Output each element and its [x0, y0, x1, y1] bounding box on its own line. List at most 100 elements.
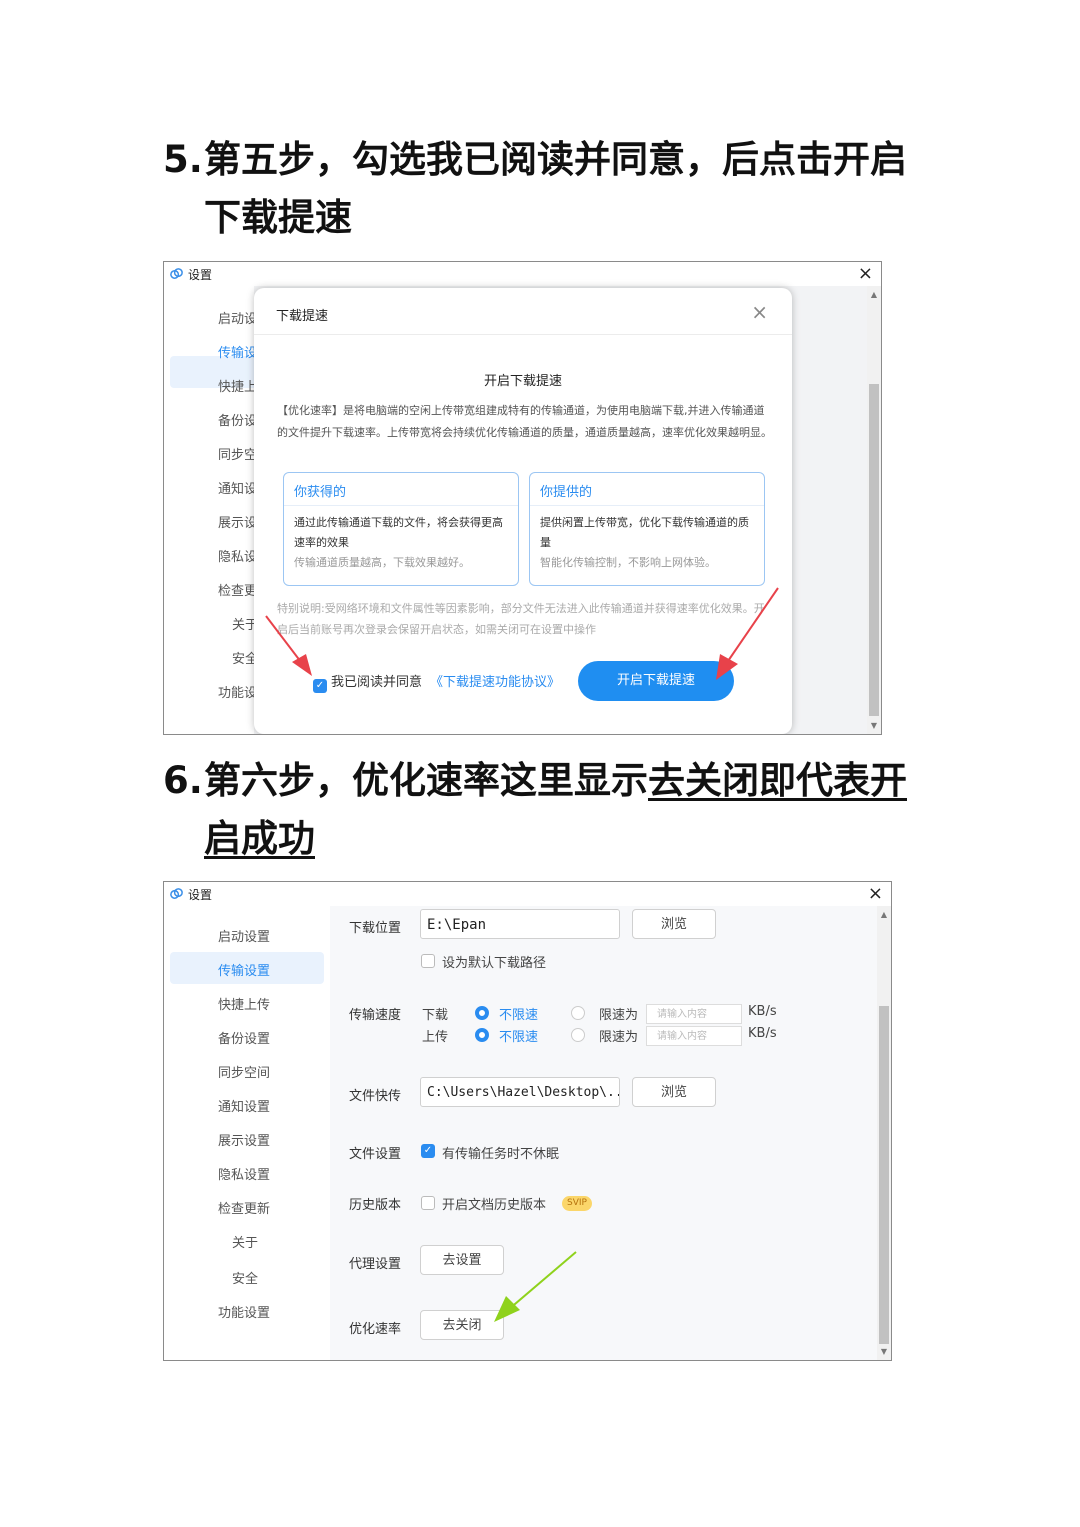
- proxy-label: 代理设置: [349, 1257, 402, 1272]
- card-title: 你提供的: [540, 485, 593, 500]
- scroll-up-icon[interactable]: ▲: [877, 910, 891, 919]
- download-limit-input[interactable]: 请输入内容: [646, 1004, 742, 1024]
- cloud-logo-icon: [170, 888, 183, 899]
- sidebar-item-display[interactable]: 展示设置: [218, 1130, 270, 1149]
- dialog-title: 下载提速: [276, 309, 329, 324]
- sidebar-item-privacy[interactable]: 隐私设置: [218, 1164, 270, 1183]
- card-text: 通过此传输通道下载的文件，将会获得更高速率的效果: [294, 516, 503, 549]
- no-sleep-label: 有传输任务时不休眠: [442, 1147, 560, 1162]
- upload-limit-input[interactable]: 请输入内容: [646, 1026, 742, 1046]
- sidebar-item-quick-upload[interactable]: 快捷上传: [218, 994, 270, 1013]
- close-icon[interactable]: ×: [868, 882, 883, 906]
- browse-button[interactable]: 浏览: [632, 1077, 716, 1107]
- sidebar-item-notify[interactable]: 通知设置: [218, 1096, 270, 1115]
- sidebar-item-startup[interactable]: 启动设: [218, 308, 257, 327]
- sidebar-item-transfer[interactable]: 传输设: [218, 342, 257, 361]
- sidebar-item-backup[interactable]: 备份设: [218, 410, 257, 429]
- download-location-label: 下载位置: [349, 921, 402, 936]
- agree-label[interactable]: 我已阅读并同意: [331, 675, 422, 690]
- settings-window-with-dialog: 设置 × 启动设 传输设 快捷上 备份设 同步空 通知设 展示设 隐私设 检查更…: [163, 261, 882, 735]
- window-title: 设置: [188, 888, 213, 902]
- sidebar-item-update[interactable]: 检查更: [218, 580, 257, 599]
- step5-line2: 下载提速: [204, 196, 352, 239]
- sidebar-item-backup[interactable]: 备份设置: [218, 1028, 270, 1047]
- set-default-label: 设为默认下载路径: [442, 956, 547, 971]
- sidebar-item-update[interactable]: 检查更新: [218, 1198, 270, 1217]
- agreement-row: ✓ 我已阅读并同意 《下载提速功能协议》: [313, 671, 560, 693]
- download-label: 下载: [422, 1008, 449, 1023]
- sidebar: 启动设置 传输设置 快捷上传 备份设置 同步空间 通知设置 展示设置 隐私设置 …: [164, 906, 330, 1360]
- default-path-checkbox[interactable]: [421, 954, 435, 968]
- sidebar-item-startup[interactable]: 启动设置: [218, 926, 270, 945]
- sidebar-item-quick-upload[interactable]: 快捷上: [218, 376, 257, 395]
- step5-heading: 5.第五步，勾选我已阅读并同意，后点击开启 下载提速: [163, 131, 907, 247]
- scroll-thumb[interactable]: [869, 384, 879, 716]
- download-unlimited-label: 不限速: [499, 1008, 539, 1023]
- sidebar-item-sync[interactable]: 同步空: [218, 444, 257, 463]
- scrollbar[interactable]: ▲ ▼: [877, 906, 891, 1360]
- sidebar: 启动设 传输设 快捷上 备份设 同步空 通知设 展示设 隐私设 检查更 关于 安…: [164, 286, 270, 734]
- speed-label: 传输速度: [349, 1008, 402, 1023]
- cloud-logo-icon: [170, 268, 183, 279]
- download-limit-radio[interactable]: [571, 1006, 585, 1020]
- quick-transfer-label: 文件快传: [349, 1089, 402, 1104]
- checkbox-checked-icon[interactable]: ✓: [421, 1144, 435, 1158]
- card-you-get: 你获得的 通过此传输通道下载的文件，将会获得更高速率的效果 传输通道质量越高，下…: [283, 472, 519, 586]
- step5-line1: 第五步，勾选我已阅读并同意，后点击开启: [204, 138, 907, 181]
- card-you-give: 你提供的 提供闲置上传带宽，优化下载传输通道的质量 智能化传输控制，不影响上网体…: [529, 472, 765, 586]
- quick-transfer-path-input[interactable]: C:\Users\Hazel\Desktop\...: [420, 1077, 620, 1107]
- scrollbar[interactable]: ▲ ▼: [867, 286, 881, 734]
- sidebar-item-about[interactable]: 关于: [232, 1232, 258, 1251]
- upload-unit: KB/s: [748, 1026, 777, 1041]
- scroll-thumb[interactable]: [879, 1006, 889, 1344]
- history-option-label: 开启文档历史版本: [442, 1198, 547, 1213]
- divider: [284, 505, 518, 506]
- close-icon[interactable]: ×: [858, 262, 873, 286]
- scroll-down-icon[interactable]: ▼: [877, 1347, 891, 1356]
- card-body: 通过此传输通道下载的文件，将会获得更高速率的效果 传输通道质量越高，下载效果越好…: [294, 513, 510, 573]
- sidebar-item-features[interactable]: 功能设: [218, 682, 257, 701]
- sidebar-item-display[interactable]: 展示设: [218, 512, 257, 531]
- upload-unlimited-label: 不限速: [499, 1030, 539, 1045]
- step6-highlight: 去关闭即代表开: [648, 759, 907, 802]
- transfer-settings-panel: [330, 906, 877, 1360]
- download-path-input[interactable]: E:\Epan: [420, 909, 620, 939]
- download-unlimited-radio[interactable]: [475, 1006, 489, 1020]
- sidebar-item-transfer[interactable]: 传输设置: [218, 960, 270, 979]
- upload-unlimited-radio[interactable]: [475, 1028, 489, 1042]
- download-unit: KB/s: [748, 1004, 777, 1019]
- step-number: 5.: [163, 138, 203, 181]
- window-title: 设置: [188, 268, 213, 282]
- upload-label: 上传: [422, 1030, 449, 1045]
- sidebar-item-sync[interactable]: 同步空间: [218, 1062, 270, 1081]
- file-settings-label: 文件设置: [349, 1147, 402, 1162]
- step-number: 6.: [163, 759, 203, 802]
- sidebar-item-notify[interactable]: 通知设: [218, 478, 257, 497]
- card-subtext: 智能化传输控制，不影响上网体验。: [540, 556, 716, 569]
- red-arrow-icon: [716, 587, 779, 680]
- dialog-header: 下载提速 ×: [254, 288, 792, 335]
- settings-window: 设置 × 启动设置 传输设置 快捷上传 备份设置 同步空间 通知设置 展示设置 …: [163, 881, 892, 1361]
- agreement-link[interactable]: 《下载提速功能协议》: [430, 675, 560, 690]
- card-body: 提供闲置上传带宽，优化下载传输通道的质量 智能化传输控制，不影响上网体验。: [540, 513, 756, 573]
- title-bar: 设置 ×: [164, 262, 881, 286]
- close-icon[interactable]: ×: [751, 300, 768, 324]
- browse-button[interactable]: 浏览: [632, 909, 716, 939]
- history-version-label: 历史版本: [349, 1198, 402, 1213]
- svip-badge: SVIP: [562, 1196, 592, 1211]
- history-version-checkbox[interactable]: [421, 1196, 435, 1210]
- upload-limit-label: 限速为: [599, 1030, 639, 1045]
- optimize-rate-label: 优化速率: [349, 1322, 402, 1337]
- upload-limit-radio[interactable]: [571, 1028, 585, 1042]
- title-bar: 设置 ×: [164, 882, 891, 906]
- sidebar-item-security[interactable]: 安全: [232, 1268, 258, 1287]
- scroll-up-icon[interactable]: ▲: [867, 290, 881, 299]
- sidebar-item-privacy[interactable]: 隐私设: [218, 546, 257, 565]
- red-arrow-icon: [265, 615, 312, 676]
- card-title: 你获得的: [294, 485, 347, 500]
- sidebar-item-features[interactable]: 功能设置: [218, 1302, 270, 1321]
- card-text: 提供闲置上传带宽，优化下载传输通道的质量: [540, 516, 749, 549]
- dialog-heading: 开启下载提速: [483, 374, 562, 389]
- step6-line1: 第六步，优化速率这里显示: [204, 759, 648, 802]
- scroll-down-icon[interactable]: ▼: [867, 721, 881, 730]
